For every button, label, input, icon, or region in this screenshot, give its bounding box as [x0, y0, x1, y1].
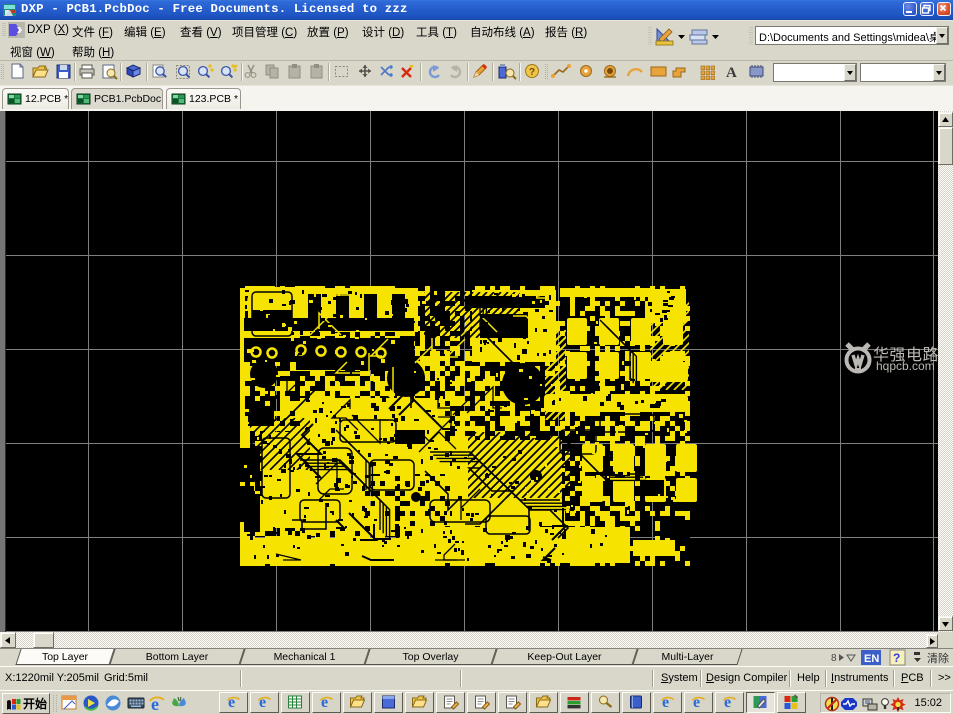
svg-text:?: ? — [529, 67, 535, 78]
svg-text:A: A — [726, 65, 737, 81]
svg-text:清除: 清除 — [927, 651, 949, 665]
svg-text:EN: EN — [864, 653, 879, 665]
svg-text:8: 8 — [831, 653, 837, 664]
svg-text:?: ? — [893, 651, 900, 665]
